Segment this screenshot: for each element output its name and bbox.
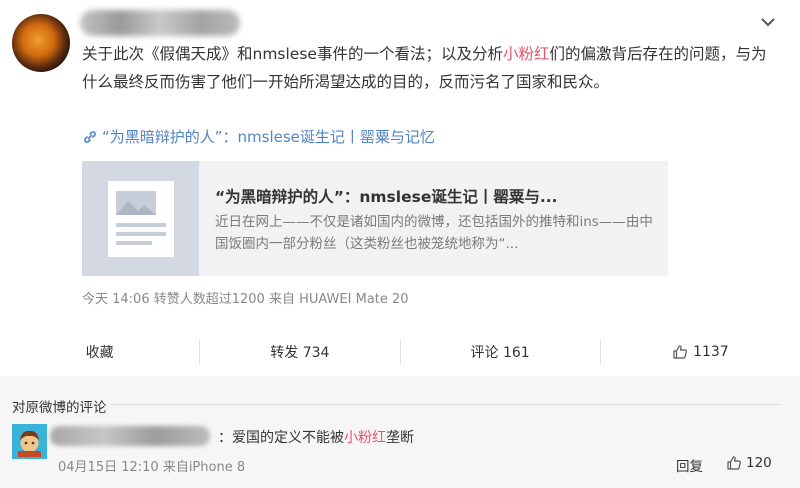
collect-button[interactable]: 收藏 xyxy=(0,342,199,362)
action-bar: 收藏 转发 734 评论 161 1137 xyxy=(0,331,800,373)
comment-like-button[interactable]: 120 xyxy=(726,455,772,471)
comment-text-suffix: 垄断 xyxy=(386,430,414,446)
post-text: 关于此次《假偶天成》和nmslese事件的一个看法；以及分析小粉红们的偏激背后存… xyxy=(82,40,772,96)
comment-label: 评论 161 xyxy=(470,345,530,361)
username-redacted[interactable] xyxy=(80,10,240,36)
article-link[interactable]: “为黑暗辩护的人”：nmslese诞生记丨罂粟与记忆 xyxy=(82,126,435,147)
divider xyxy=(110,404,780,405)
article-link-text[interactable]: “为黑暗辩护的人”：nmslese诞生记丨罂粟与记忆 xyxy=(102,126,435,147)
post-meta: 今天 14:06 转赞人数超过1200 来自 HUAWEI Mate 20 xyxy=(82,292,409,307)
comment-meta: 04月15日 12:10 来自iPhone 8 xyxy=(58,460,246,475)
post-text-highlight[interactable]: 小粉红 xyxy=(503,45,550,63)
article-card[interactable]: “为黑暗辩护的人”：nmslese诞生记丨罂粟与... 近日在网上——不仅是诸如… xyxy=(82,161,668,276)
like-button[interactable]: 1137 xyxy=(601,344,800,360)
thumbs-up-icon xyxy=(672,344,688,360)
link-icon xyxy=(82,129,98,145)
collect-label: 收藏 xyxy=(85,345,114,361)
thumbs-up-icon xyxy=(726,455,742,471)
article-card-description: 近日在网上——不仅是诸如国内的微博，还包括国外的推特和ins——由中国饭圈内一部… xyxy=(215,214,653,252)
comments-section-title: 对原微博的评论 xyxy=(12,400,107,416)
repost-label: 转发 734 xyxy=(270,345,330,361)
like-count: 1137 xyxy=(693,344,729,360)
comment-avatar-icon[interactable] xyxy=(12,424,47,459)
reply-button[interactable]: 回复 xyxy=(676,455,703,475)
chevron-down-icon[interactable] xyxy=(758,12,778,32)
comment-text-highlight[interactable]: 小粉红 xyxy=(344,430,386,446)
article-thumbnail-icon xyxy=(82,161,199,276)
comment-text-prefix: ：爱国的定义不能被 xyxy=(218,430,344,446)
post-text-part1: 关于此次《假偶天成》和nmslese事件的一个看法；以及分析 xyxy=(82,45,503,63)
comment-like-count: 120 xyxy=(746,455,772,471)
article-card-title[interactable]: “为黑暗辩护的人”：nmslese诞生记丨罂粟与... xyxy=(215,185,558,207)
repost-button[interactable]: 转发 734 xyxy=(200,342,399,362)
user-avatar[interactable] xyxy=(12,14,70,72)
commenter-name-redacted[interactable] xyxy=(50,426,210,446)
comment-button[interactable]: 评论 161 xyxy=(401,342,600,362)
comment-text: ：爱国的定义不能被小粉红垄断 xyxy=(218,427,414,447)
